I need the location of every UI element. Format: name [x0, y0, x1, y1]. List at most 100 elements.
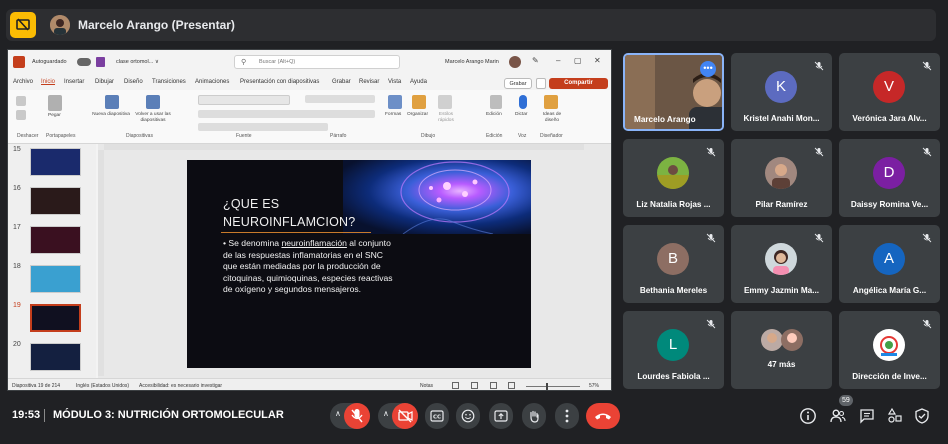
participant-tile[interactable]: Liz Natalia Rojas ... [623, 139, 724, 217]
minimize-icon[interactable]: – [556, 56, 560, 65]
new-slide-icon[interactable] [105, 95, 119, 109]
participant-tile[interactable]: Emmy Jazmin Ma... [731, 225, 832, 303]
comment-icon[interactable] [536, 78, 546, 89]
slide-thumbnail-18[interactable] [30, 265, 81, 293]
powerpoint-logo-icon [13, 56, 25, 68]
participant-photo [761, 329, 783, 351]
autosave-toggle[interactable] [77, 58, 91, 66]
redo-icon[interactable] [16, 110, 26, 120]
paste-icon[interactable] [48, 95, 62, 111]
microphone-off-button[interactable] [344, 403, 370, 429]
menu-vista[interactable]: Vista [388, 79, 401, 85]
normal-view-icon[interactable] [452, 382, 459, 389]
meeting-details-button[interactable] [799, 407, 817, 425]
accessibility-status[interactable]: Accesibilidad: es necesario investigar [139, 383, 222, 389]
chevron-up-icon[interactable]: ∧ [335, 409, 341, 418]
present-now-button[interactable] [489, 403, 513, 429]
menu-grabar[interactable]: Grabar [332, 79, 351, 85]
menu-revisar[interactable]: Revisar [359, 79, 379, 85]
search-icon: ⚲ [241, 59, 247, 66]
participant-name: Emmy Jazmin Ma... [743, 286, 820, 295]
slide-thumbnail-17[interactable] [30, 226, 81, 254]
more-options-icon[interactable]: ••• [700, 61, 716, 77]
chat-button[interactable] [858, 407, 876, 425]
shapes-icon[interactable] [388, 95, 402, 109]
grabar-button[interactable]: Grabar [504, 78, 532, 89]
leave-call-button[interactable] [586, 403, 620, 429]
menu-presentacion[interactable]: Presentación con diapositivas [240, 79, 319, 85]
file-name[interactable]: clase ortomol... ∨ [116, 59, 159, 65]
quick-styles-icon[interactable] [438, 95, 452, 109]
raise-hand-button[interactable] [522, 403, 546, 429]
close-icon[interactable]: ✕ [594, 56, 601, 65]
font-color-tools[interactable] [198, 123, 328, 131]
menu-ayuda[interactable]: Ayuda [410, 79, 427, 85]
participant-tile[interactable]: A Angélica María G... [839, 225, 940, 303]
slide-thumbnail-20[interactable] [30, 343, 81, 371]
participant-tile[interactable]: L Lourdes Fabiola ... [623, 311, 724, 389]
notes-button[interactable]: Notas [420, 383, 433, 389]
font-family-select[interactable] [198, 95, 290, 105]
paragraph-list-tools[interactable] [305, 95, 375, 103]
slide-thumbnail-15[interactable] [30, 148, 81, 176]
autosave-label: Autoguardado [32, 59, 67, 65]
dictate-mic-icon[interactable] [519, 95, 527, 109]
slide-thumbnail-16[interactable] [30, 187, 81, 215]
participant-tile[interactable]: K Kristel Anahi Mon... [731, 53, 832, 131]
chevron-up-icon[interactable]: ∧ [383, 409, 389, 418]
reading-view-icon[interactable] [490, 382, 497, 389]
reactions-button[interactable] [456, 403, 480, 429]
participant-tile-presenter[interactable]: ••• Marcelo Arango [623, 53, 724, 131]
editing-icon[interactable] [490, 95, 502, 109]
present-screen-icon[interactable] [10, 12, 36, 38]
ribbon-group-edicion: Edición [486, 133, 503, 139]
menu-inicio[interactable]: Inicio [41, 79, 55, 85]
menu-insertar[interactable]: Insertar [64, 79, 84, 85]
menu-animaciones[interactable]: Animaciones [195, 79, 229, 85]
reuse-slides-icon[interactable] [146, 95, 160, 109]
menu-diseno[interactable]: Diseño [124, 79, 143, 85]
mic-off-icon [706, 233, 716, 243]
slide-number: 20 [13, 341, 21, 348]
meet-window: Marcelo Arango (Presentar) Autoguardado … [0, 0, 948, 444]
maximize-icon[interactable]: ▢ [574, 56, 582, 65]
zoom-level[interactable]: 57% [589, 383, 599, 389]
captions-button[interactable]: CC [425, 403, 449, 429]
pen-icon[interactable]: ✎ [532, 56, 539, 65]
slide-thumbnail-19[interactable] [30, 304, 81, 332]
undo-icon[interactable] [16, 96, 26, 106]
compartir-button[interactable]: Compartir [549, 78, 608, 89]
host-controls-button[interactable] [913, 407, 931, 425]
participant-tile[interactable]: V Verónica Jara Alv... [839, 53, 940, 131]
camera-off-button[interactable] [392, 403, 418, 429]
mic-off-icon [922, 61, 932, 71]
design-ideas-icon[interactable] [544, 95, 558, 109]
slide-sorter-icon[interactable] [471, 382, 478, 389]
participant-tile[interactable]: Pilar Ramírez [731, 139, 832, 217]
participant-tile[interactable]: B Bethania Mereles [623, 225, 724, 303]
activities-button[interactable] [886, 407, 904, 425]
participant-tile[interactable]: D Daissy Romina Ve... [839, 139, 940, 217]
save-icon[interactable] [96, 57, 105, 67]
present-screen-icon [494, 410, 508, 422]
current-slide[interactable]: ¿QUE ES NEUROINFLAMCION? • Se denomina n… [187, 160, 531, 368]
zoom-slider[interactable] [526, 386, 580, 387]
ppt-search-box[interactable]: ⚲ Buscar (Alt+Q) [234, 55, 400, 69]
menu-dibujar[interactable]: Dibujar [95, 79, 114, 85]
paragraph-align-tools[interactable] [305, 110, 375, 118]
more-participants-tile[interactable]: 47 más [731, 311, 832, 389]
ppt-user-avatar[interactable] [509, 56, 521, 68]
participant-tile[interactable]: Dirección de Inve... [839, 311, 940, 389]
slide-number: 19 [13, 302, 21, 309]
menu-archivo[interactable]: Archivo [13, 79, 33, 85]
participant-photo [781, 329, 803, 351]
arrange-icon[interactable] [412, 95, 426, 109]
activities-icon [887, 407, 902, 423]
menu-transiciones[interactable]: Transiciones [152, 79, 186, 85]
slideshow-icon[interactable] [508, 382, 515, 389]
language-status[interactable]: Inglés (Estados Unidos) [76, 383, 129, 389]
people-button[interactable] [829, 407, 847, 425]
participant-name: Marcelo Arango [634, 115, 696, 124]
more-options-button[interactable] [555, 403, 579, 429]
zoom-slider-thumb[interactable] [546, 383, 548, 390]
